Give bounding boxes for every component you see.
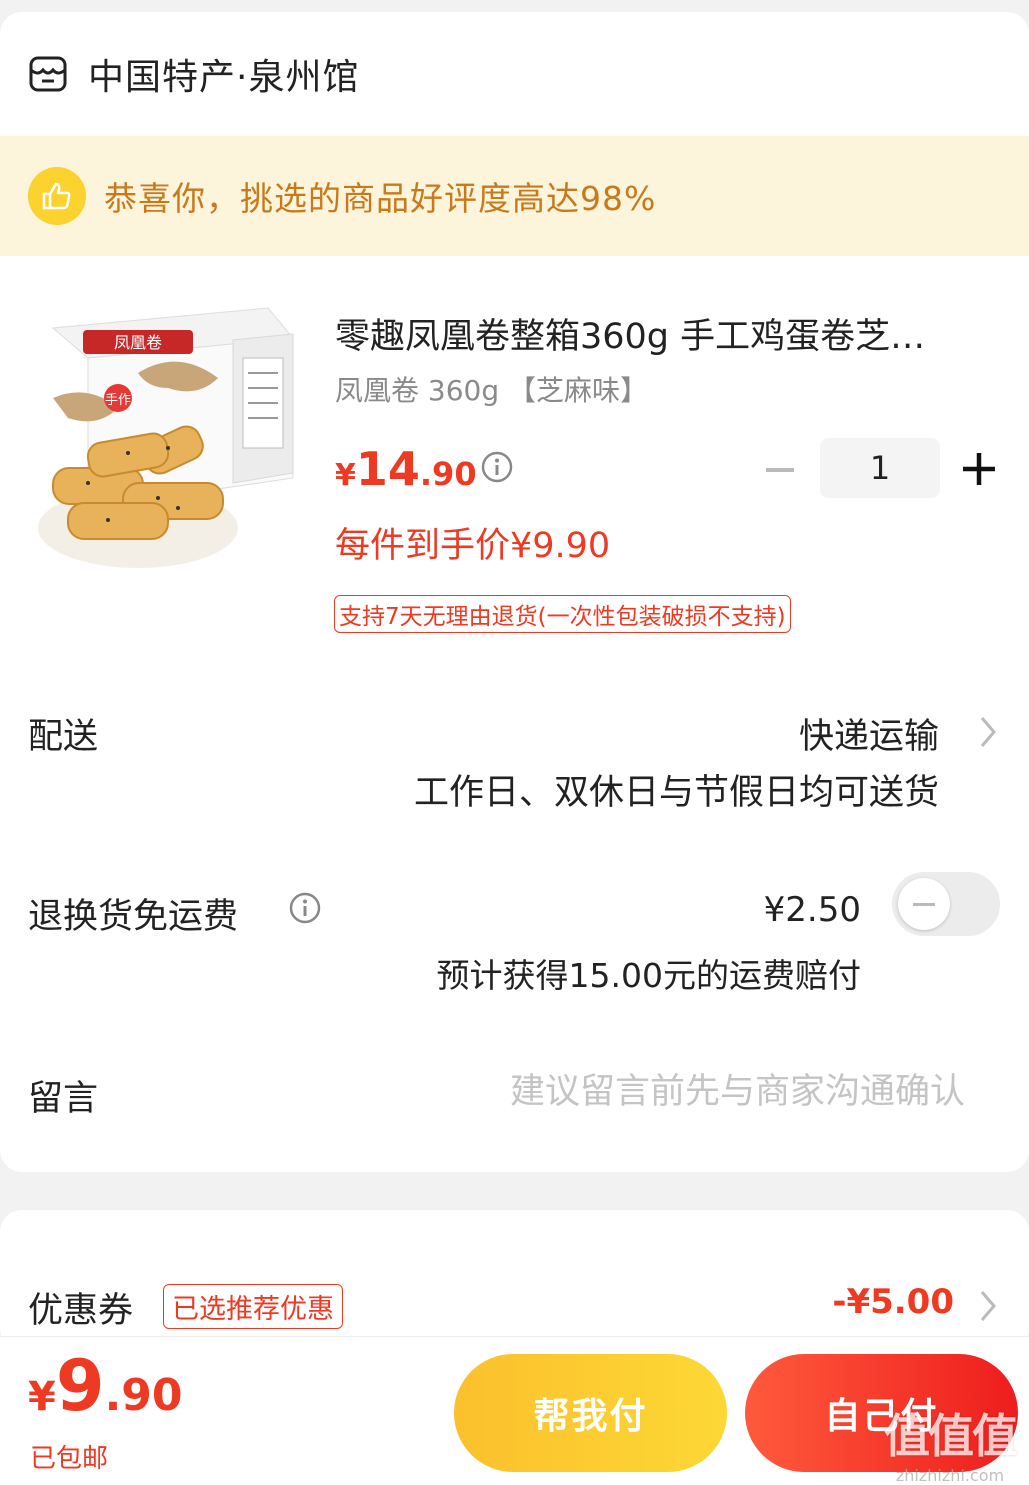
shop-name: 中国特产·泉州馆 <box>88 57 360 98</box>
shipping-label: 配送 <box>28 717 99 757</box>
price-integer: 14 <box>355 442 420 496</box>
return-insurance-note: 预计获得15.00元的运费赔付 <box>436 956 861 995</box>
thumbs-up-icon <box>28 167 86 225</box>
rating-banner: 恭喜你，挑选的商品好评度高达98% <box>0 136 1029 256</box>
return-insurance-price: ¥2.50 <box>763 890 861 930</box>
deal-price: 每件到手价¥9.90 <box>335 526 611 566</box>
price-decimal: .90 <box>419 455 477 493</box>
coupon-label: 优惠券 <box>28 1291 134 1331</box>
chevron-right-icon[interactable] <box>976 712 1000 752</box>
message-label: 留言 <box>28 1079 99 1119</box>
message-input[interactable] <box>420 1067 965 1117</box>
return-insurance-info-icon[interactable] <box>288 891 322 925</box>
store-icon <box>29 56 67 92</box>
total-currency: ¥ <box>28 1374 56 1420</box>
quantity-decrease-button[interactable] <box>760 450 800 490</box>
watermark-site: zhizhizhi.com <box>895 1466 1005 1485</box>
watermark-logo: 值值值 <box>884 1409 1018 1463</box>
chevron-right-icon[interactable] <box>976 1286 1000 1326</box>
shop-header[interactable]: 中国特产·泉州馆 <box>0 12 1029 136</box>
order-card: 中国特产·泉州馆 恭喜你，挑选的商品好评度高达98% 凤凰卷 手作 零趣凤凰卷整… <box>0 12 1029 1172</box>
total-price: ¥ 9 .90 <box>28 1345 183 1427</box>
coupon-tag: 已选推荐优惠 <box>163 1284 343 1329</box>
watermark: 值值值 zhizhizhi.com <box>875 1400 1025 1485</box>
return-policy-tag: 支持7天无理由退货(一次性包装破损不支持) <box>334 595 791 633</box>
price-currency: ¥ <box>335 458 356 493</box>
svg-text:手作: 手作 <box>105 393 131 408</box>
quantity-increase-button[interactable] <box>958 448 1000 490</box>
product-title[interactable]: 零趣凤凰卷整箱360g 手工鸡蛋卷芝… <box>335 308 1000 359</box>
svg-text:凤凰卷: 凤凰卷 <box>114 333 162 352</box>
product-image[interactable]: 凤凰卷 手作 <box>28 288 298 578</box>
total-integer: 9 <box>55 1345 105 1427</box>
coupon-amount[interactable]: -¥5.00 <box>832 1282 954 1322</box>
shipping-note: 工作日、双休日与节假日均可送货 <box>413 773 939 813</box>
product-price: ¥ 14 .90 <box>335 442 477 496</box>
quantity-value[interactable]: 1 <box>820 438 940 498</box>
shipping-method[interactable]: 快递运输 <box>799 708 939 759</box>
coupon-card[interactable] <box>0 1210 1029 1350</box>
price-info-icon[interactable] <box>480 450 514 484</box>
product-spec[interactable]: 凤凰卷 360g 【芝麻味】 <box>335 369 648 409</box>
help-pay-button[interactable]: 帮我付 <box>454 1354 727 1472</box>
toggle-knob <box>898 878 950 930</box>
return-insurance-label: 退换货免运费 <box>28 897 239 937</box>
total-decimal: .90 <box>104 1370 183 1421</box>
rating-banner-text: 恭喜你，挑选的商品好评度高达98% <box>104 179 657 218</box>
return-insurance-toggle[interactable] <box>892 872 1000 936</box>
free-shipping-label: 已包邮 <box>30 1444 109 1474</box>
